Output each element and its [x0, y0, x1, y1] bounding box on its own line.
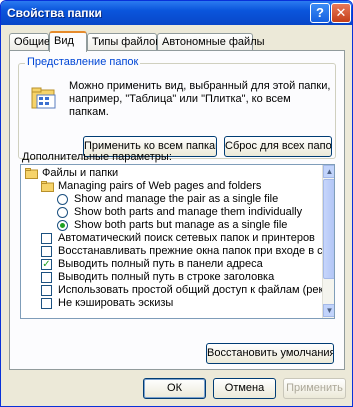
window-title: Свойства папки [7, 6, 102, 20]
reset-all-folders-button[interactable]: Сброс для всех папок [224, 136, 332, 157]
list-item-label: Восстанавливать прежние окна папок при в… [58, 245, 335, 257]
folder-options-dialog: Свойства папки ? ✕ Общие Вид Типы файлов… [0, 0, 353, 407]
list-item-label: Выводить полный путь в строке заголовка [58, 271, 275, 283]
advanced-settings-label: Дополнительные параметры: [22, 151, 172, 163]
list-item-label: Автоматический поиск сетевых папок и при… [58, 232, 315, 244]
checkbox[interactable] [41, 272, 52, 283]
scroll-up-arrow-icon[interactable]: ▲ [323, 165, 334, 178]
checkbox[interactable] [41, 298, 52, 309]
radio-button[interactable] [57, 194, 68, 205]
checkbox[interactable] [41, 285, 52, 296]
checkbox[interactable] [41, 246, 52, 257]
scrollbar-thumb[interactable] [323, 179, 334, 279]
folder-views-legend: Представление папок [25, 56, 141, 68]
advanced-settings-list[interactable]: Файлы и папки Managing pairs of Web page… [20, 164, 335, 319]
title-bar[interactable]: Свойства папки ? ✕ [1, 1, 352, 25]
close-button[interactable]: ✕ [331, 3, 351, 23]
vertical-scrollbar[interactable]: ▲ ▼ [322, 165, 334, 318]
list-item-label: Show both parts but manage as a single f… [74, 219, 288, 231]
restore-defaults-button[interactable]: Восстановить умолчания [206, 343, 334, 364]
checkbox-checked[interactable]: ✓ [41, 259, 52, 270]
list-item-label: Выводить полный путь в панели адреса [58, 258, 263, 270]
tab-file-types[interactable]: Типы файлов [87, 33, 161, 51]
scroll-down-arrow-icon[interactable]: ▼ [323, 304, 334, 317]
list-item-label: Файлы и папки [42, 167, 119, 179]
list-item-label: Не кэшировать эскизы [58, 297, 174, 309]
ok-button[interactable]: ОК [143, 378, 206, 399]
folder-icon [25, 168, 38, 179]
folder-view-icon [31, 87, 56, 109]
apply-button[interactable]: Применить [283, 378, 346, 399]
tab-view[interactable]: Вид [49, 31, 87, 52]
tab-offline-files[interactable]: Автономные файлы [157, 33, 265, 51]
folder-views-description: Можно применить вид, выбранный для этой … [69, 80, 331, 118]
folder-views-group: Представление папок Можно применить вид,… [18, 56, 336, 159]
help-button[interactable]: ? [310, 3, 330, 23]
list-item-label: Использовать простой общий доступ к файл… [58, 284, 334, 296]
list-item-label: Show both parts and manage them individu… [74, 206, 303, 218]
list-item-label: Managing pairs of Web pages and folders [58, 180, 262, 192]
radio-button-selected[interactable] [57, 220, 68, 231]
radio-button[interactable] [57, 207, 68, 218]
tab-general[interactable]: Общие [9, 33, 50, 51]
list-item-label: Show and manage the pair as a single fil… [74, 193, 279, 205]
folder-icon [41, 181, 54, 192]
cancel-button[interactable]: Отмена [213, 378, 276, 399]
checkbox[interactable] [41, 233, 52, 244]
view-tab-panel: Представление папок Можно применить вид,… [9, 50, 345, 370]
